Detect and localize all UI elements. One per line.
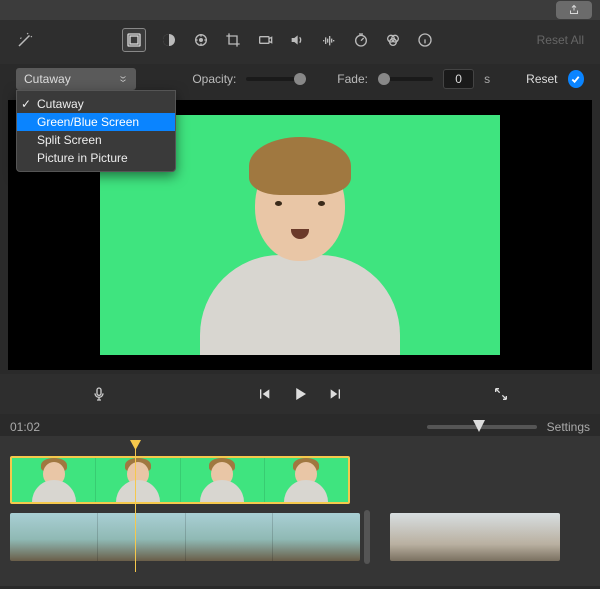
clip-filter-icon[interactable]	[384, 31, 402, 49]
fade-thumb[interactable]	[378, 73, 390, 85]
fade-value[interactable]: 0	[443, 69, 474, 89]
fade-unit: s	[484, 72, 490, 86]
overlay-option-greenblue[interactable]: Green/Blue Screen	[17, 113, 175, 131]
previous-icon[interactable]	[255, 385, 273, 403]
overlay-clip[interactable]	[10, 456, 350, 504]
overlay-mode-dropdown: ✓ Cutaway Green/Blue Screen Split Screen…	[16, 90, 176, 172]
main-clip-1[interactable]	[10, 513, 360, 561]
transport-bar	[0, 374, 600, 414]
settings-button[interactable]: Settings	[547, 420, 590, 434]
zoom-slider[interactable]	[427, 425, 537, 429]
inspector-toolbar: Reset All	[0, 20, 600, 64]
crop-icon[interactable]	[224, 31, 242, 49]
overlay-controls: Cutaway ✓ Cutaway Green/Blue Screen Spli…	[0, 64, 600, 100]
magic-wand-icon[interactable]	[16, 31, 34, 49]
main-track	[10, 510, 590, 564]
main-clip-2[interactable]	[390, 513, 560, 561]
zoom-thumb[interactable]	[473, 420, 485, 432]
timeline	[0, 436, 600, 586]
color-balance-icon[interactable]	[160, 31, 178, 49]
check-icon: ✓	[21, 97, 31, 111]
microphone-icon[interactable]	[90, 385, 108, 403]
reset-all-button[interactable]: Reset All	[537, 33, 584, 47]
share-button[interactable]	[556, 1, 592, 19]
play-icon[interactable]	[291, 385, 309, 403]
overlay-option-cutaway[interactable]: ✓ Cutaway	[17, 95, 175, 113]
opacity-label: Opacity:	[192, 72, 236, 86]
preview-subject	[200, 131, 400, 355]
speed-icon[interactable]	[352, 31, 370, 49]
clip-divider-handle[interactable]	[364, 510, 370, 564]
timeline-ruler: 01:02 Settings	[0, 414, 600, 436]
fade-slider[interactable]	[378, 77, 433, 81]
apply-check-icon[interactable]	[568, 70, 584, 88]
info-icon[interactable]	[416, 31, 434, 49]
overlay-option-pip[interactable]: Picture in Picture	[17, 149, 175, 167]
stabilization-icon[interactable]	[256, 31, 274, 49]
reset-button[interactable]: Reset	[526, 72, 557, 86]
share-icon	[568, 4, 580, 16]
color-correction-icon[interactable]	[192, 31, 210, 49]
expand-icon[interactable]	[492, 385, 510, 403]
playhead-line	[135, 448, 136, 572]
overlay-mode-select[interactable]: Cutaway ✓ Cutaway Green/Blue Screen Spli…	[16, 68, 136, 90]
fade-label: Fade:	[337, 72, 368, 86]
chevron-down-icon	[118, 74, 128, 84]
noise-eq-icon[interactable]	[320, 31, 338, 49]
opacity-slider[interactable]	[246, 77, 301, 81]
volume-icon[interactable]	[288, 31, 306, 49]
overlay-mode-selected: Cutaway	[24, 72, 71, 86]
opacity-thumb[interactable]	[294, 73, 306, 85]
next-icon[interactable]	[327, 385, 345, 403]
overlay-track	[10, 456, 590, 504]
timecode: 01:02	[10, 420, 40, 434]
overlay-option-splitscreen[interactable]: Split Screen	[17, 131, 175, 149]
overlay-settings-icon[interactable]	[122, 28, 146, 52]
